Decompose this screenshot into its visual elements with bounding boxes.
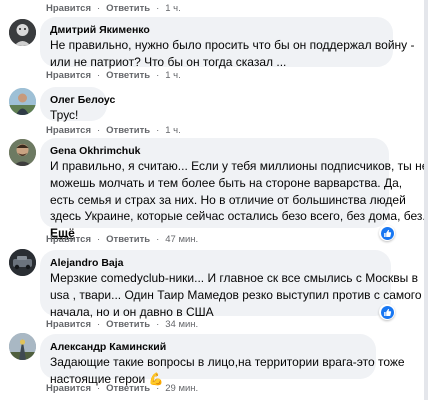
comment-bubble: Александр Каминский Задающие такие вопро…	[40, 334, 405, 386]
comment-author[interactable]: Дмитрий Якименко	[50, 23, 383, 37]
reply-button[interactable]: Ответить	[106, 383, 150, 394]
comment-actions: Нравится · Ответить · 1 ч.	[46, 70, 181, 81]
comment-actions: Нравится · Ответить · 34 мин.	[46, 319, 199, 330]
comment-time: 47 мин.	[165, 234, 199, 245]
avatar[interactable]	[9, 333, 36, 360]
comment-author[interactable]: Alejandro Baja	[50, 256, 381, 270]
comment-time: 34 мин.	[165, 319, 199, 330]
reply-button[interactable]: Ответить	[106, 70, 150, 81]
comment-time: 1 ч.	[165, 125, 181, 136]
reply-button[interactable]: Ответить	[106, 319, 150, 330]
avatar-image	[9, 19, 36, 46]
comment-author[interactable]: Александр Каминский	[50, 340, 366, 354]
comment-time: 1 ч.	[165, 3, 181, 14]
reply-button[interactable]: Ответить	[106, 234, 150, 245]
avatar[interactable]	[9, 139, 36, 166]
avatar[interactable]	[9, 88, 36, 115]
avatar-image	[9, 249, 36, 276]
comment-text: Трус!	[50, 108, 79, 122]
comment-time: 1 ч.	[165, 70, 181, 81]
scrollbar[interactable]	[424, 0, 428, 400]
comment-actions: Нравится · Ответить · 1 ч.	[46, 125, 181, 136]
comment-bubble: Дмитрий Якименко Не правильно, нужно был…	[40, 17, 414, 69]
comment-bubble: Gena Okhrimchuk И правильно, я считаю...…	[40, 138, 428, 240]
comment-bubble: Олег Белоус Трус!	[40, 87, 115, 122]
like-button[interactable]: Нравится	[46, 234, 91, 245]
reply-button[interactable]: Ответить	[106, 3, 150, 14]
like-button[interactable]: Нравится	[46, 125, 91, 136]
like-button[interactable]: Нравится	[46, 319, 91, 330]
like-reaction-icon[interactable]	[379, 304, 395, 320]
comment-author[interactable]: Gena Okhrimchuk	[50, 144, 379, 158]
comment-bubble: Alejandro Baja Мерзкие comedyclub-ники..…	[40, 250, 422, 319]
avatar-image	[9, 88, 36, 115]
reply-button[interactable]: Ответить	[106, 125, 150, 136]
comment-time: 29 мин.	[165, 383, 199, 394]
top-comment-actions: Нравится · Ответить · 1 ч.	[46, 3, 181, 14]
like-button[interactable]: Нравится	[46, 383, 91, 394]
like-button[interactable]: Нравится	[46, 3, 91, 14]
avatar[interactable]	[9, 249, 36, 276]
thumbs-up-icon	[383, 308, 391, 316]
like-button[interactable]: Нравится	[46, 70, 91, 81]
comment-actions: Нравится · Ответить · 29 мин.	[46, 383, 199, 394]
avatar-image	[9, 333, 36, 360]
comment-text: И правильно, я считаю... Если у тебя мил…	[50, 159, 428, 224]
comment-actions: Нравится · Ответить · 47 мин.	[46, 234, 199, 245]
like-reaction-icon[interactable]	[379, 225, 395, 241]
comment-text: Не правильно, нужно было просить что бы …	[50, 38, 415, 69]
thumbs-up-icon	[383, 229, 391, 237]
comment-text: Мерзкие comedyclub-ники... И главное ск …	[50, 271, 422, 319]
avatar-image	[9, 139, 36, 166]
comment-author[interactable]: Олег Белоус	[50, 93, 115, 107]
avatar[interactable]	[9, 19, 36, 46]
